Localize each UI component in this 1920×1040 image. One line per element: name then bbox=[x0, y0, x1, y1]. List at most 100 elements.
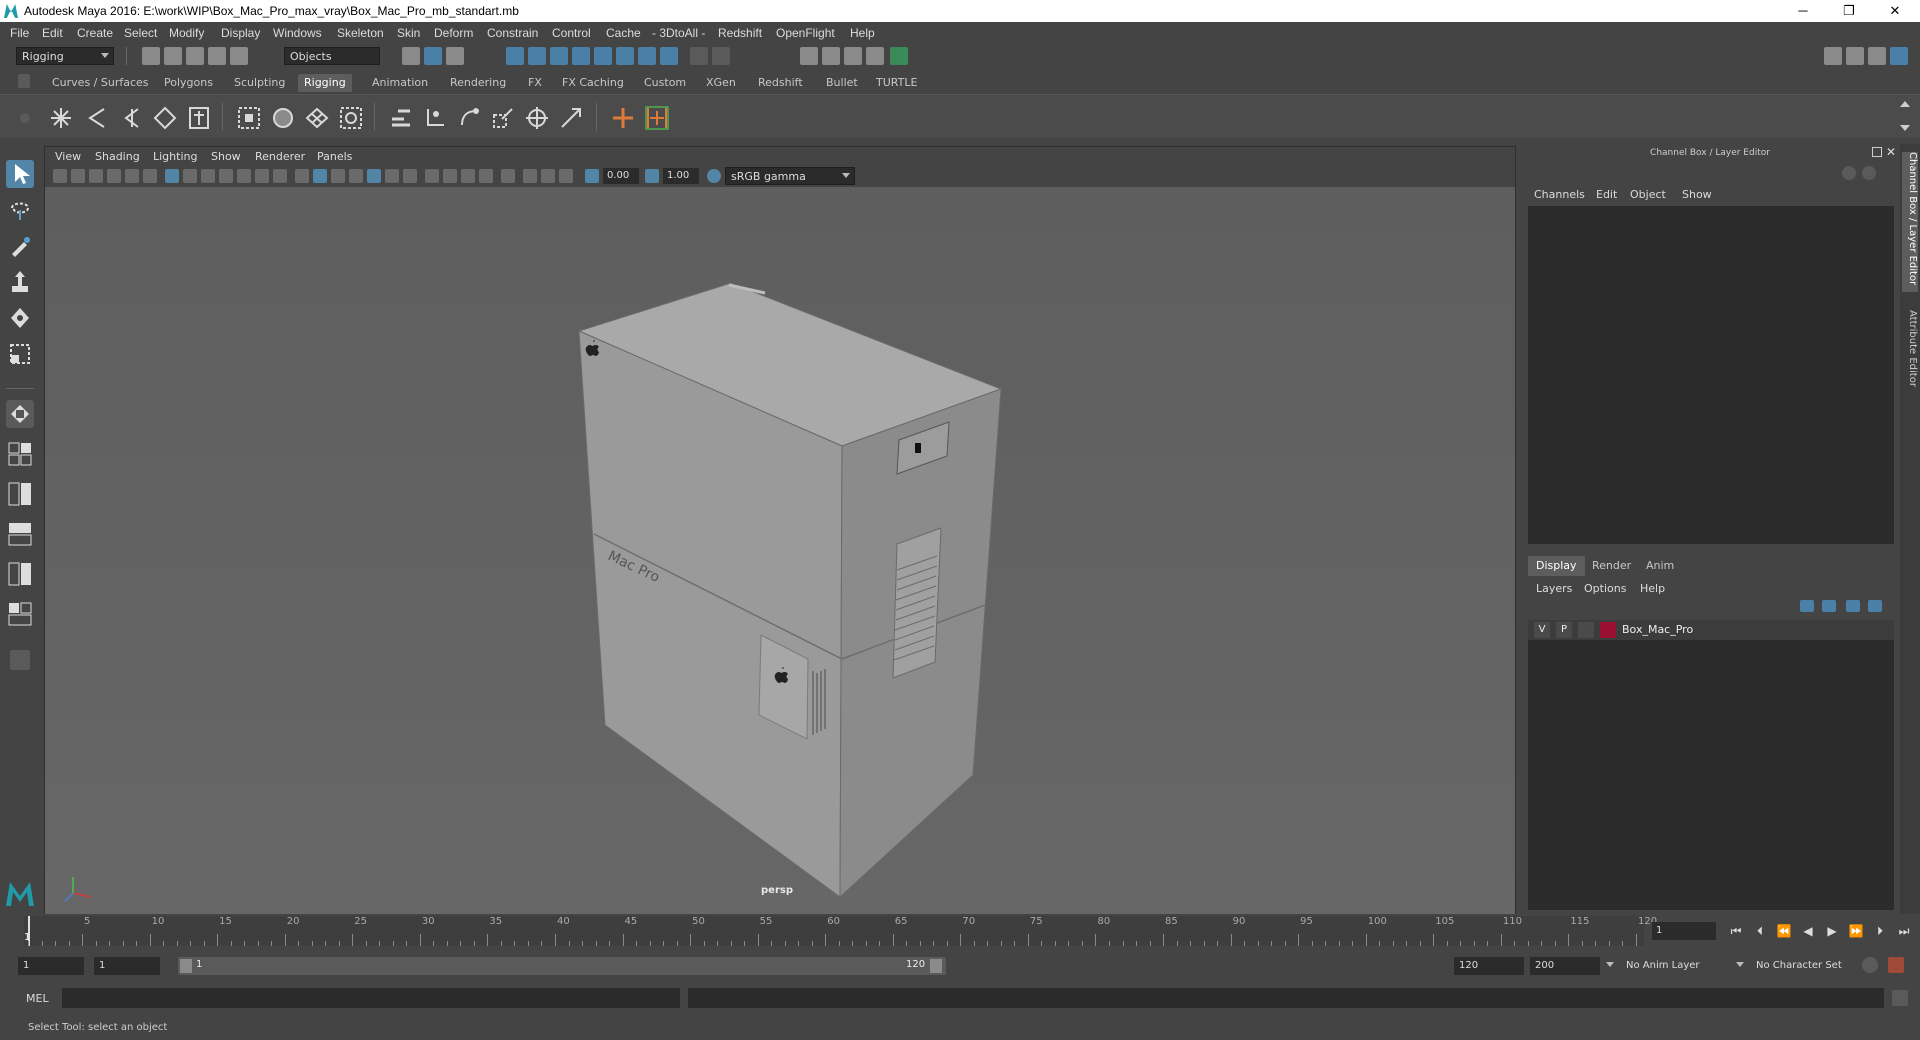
layout-outliner-icon[interactable] bbox=[6, 520, 34, 548]
shelf-tab-fx[interactable]: FX bbox=[522, 74, 548, 92]
depth-of-field-icon[interactable] bbox=[479, 169, 493, 183]
menu-control[interactable]: Control bbox=[552, 26, 591, 40]
snap-point-icon[interactable] bbox=[550, 47, 568, 65]
wireframe-icon[interactable] bbox=[295, 169, 309, 183]
safe-title-icon[interactable] bbox=[273, 169, 287, 183]
minimize-button[interactable]: ─ bbox=[1788, 2, 1818, 20]
float-panel-icon[interactable] bbox=[1872, 147, 1882, 157]
close-button[interactable]: ✕ bbox=[1880, 2, 1910, 20]
shelf-tab-xgen[interactable]: XGen bbox=[700, 74, 742, 92]
object-menu[interactable]: Object bbox=[1630, 188, 1666, 201]
color-management-icon[interactable] bbox=[707, 169, 721, 183]
layout-persp-outliner-icon[interactable] bbox=[6, 600, 34, 628]
options-menu[interactable]: Options bbox=[1584, 582, 1626, 595]
constraint-aim-icon[interactable] bbox=[524, 105, 550, 131]
shelf-tab-curves-surfaces[interactable]: Curves / Surfaces bbox=[46, 74, 155, 92]
constraint-orient-icon[interactable] bbox=[456, 105, 482, 131]
menu-create[interactable]: Create bbox=[77, 26, 113, 40]
humanik-icon[interactable] bbox=[186, 105, 212, 131]
side-tab-channel-box[interactable]: Channel Box / Layer Editor bbox=[1902, 152, 1918, 292]
shelf-menu-icon[interactable] bbox=[18, 74, 30, 88]
color-space-dropdown[interactable]: sRGB gamma bbox=[725, 167, 855, 185]
menu-windows[interactable]: Windows bbox=[273, 26, 322, 40]
animation-preferences-icon[interactable] bbox=[1888, 957, 1904, 973]
viewport-menu-shading[interactable]: Shading bbox=[95, 150, 140, 163]
menu-set-dropdown[interactable]: Rigging bbox=[16, 47, 114, 65]
motion-blur-icon[interactable] bbox=[443, 169, 457, 183]
layer-row[interactable]: V P Box_Mac_Pro bbox=[1528, 620, 1894, 640]
undo-icon[interactable] bbox=[208, 47, 226, 65]
screen-space-ao-icon[interactable] bbox=[425, 169, 439, 183]
menu-skeleton[interactable]: Skeleton bbox=[337, 26, 384, 40]
range-end-handle[interactable] bbox=[930, 959, 942, 973]
lasso-tool-icon[interactable] bbox=[6, 196, 34, 224]
play-forward-icon[interactable]: ▶ bbox=[1824, 924, 1840, 938]
script-editor-icon[interactable] bbox=[1892, 990, 1908, 1006]
last-tool-icon[interactable] bbox=[6, 400, 34, 428]
layer-color-swatch[interactable] bbox=[1600, 622, 1616, 638]
time-slider[interactable]: 1 51015202530354045505560657075808590951… bbox=[24, 916, 1657, 946]
scale-tool-icon[interactable] bbox=[6, 340, 34, 368]
current-frame-field[interactable]: 1 bbox=[1652, 922, 1716, 940]
textured-icon[interactable] bbox=[367, 169, 381, 183]
shadows-icon[interactable] bbox=[403, 169, 417, 183]
shelf-tab-rigging[interactable]: Rigging bbox=[298, 74, 352, 92]
gamma-icon[interactable] bbox=[645, 169, 659, 183]
history-icon[interactable] bbox=[660, 47, 678, 65]
shelf-scroll-down-icon[interactable] bbox=[1900, 125, 1910, 131]
scene-start-field[interactable]: 1 bbox=[18, 957, 84, 975]
shelf-tab-turtle[interactable]: TURTLE bbox=[870, 74, 923, 92]
bind-skin-icon[interactable] bbox=[236, 105, 262, 131]
more-layouts-icon[interactable] bbox=[10, 650, 30, 670]
close-panel-icon[interactable]: ✕ bbox=[1886, 145, 1896, 159]
layout-two-side-icon[interactable] bbox=[6, 480, 34, 508]
viewport-menu-renderer[interactable]: Renderer bbox=[255, 150, 305, 163]
shelf-tab-fx-caching[interactable]: FX Caching bbox=[556, 74, 630, 92]
shelf-scroll-up-icon[interactable] bbox=[1900, 101, 1910, 107]
move-layer-up-icon[interactable] bbox=[1800, 600, 1814, 612]
redo-icon[interactable] bbox=[230, 47, 248, 65]
new-scene-icon[interactable] bbox=[142, 47, 160, 65]
move-layer-down-icon[interactable] bbox=[1822, 600, 1836, 612]
anim-layer-dropdown[interactable]: No Anim Layer bbox=[1626, 960, 1700, 971]
channel-box-toggle-icon[interactable] bbox=[1890, 47, 1908, 65]
step-back-icon[interactable]: ⏴ bbox=[1752, 924, 1768, 938]
menu-file[interactable]: File bbox=[10, 26, 29, 40]
help-menu[interactable]: Help bbox=[1640, 582, 1665, 595]
select-object-icon[interactable] bbox=[424, 47, 442, 65]
smooth-skin-icon[interactable] bbox=[270, 105, 296, 131]
default-material-icon[interactable] bbox=[331, 169, 345, 183]
viewport-menu-show[interactable]: Show bbox=[211, 150, 241, 163]
exposure-icon[interactable] bbox=[585, 169, 599, 183]
selection-mask-dropdown[interactable]: Objects bbox=[284, 47, 380, 65]
layer-type-toggle[interactable] bbox=[1578, 622, 1594, 638]
select-tool-icon[interactable] bbox=[6, 160, 34, 188]
menu-openflight[interactable]: OpenFlight bbox=[776, 26, 835, 40]
constraint-parent-icon[interactable] bbox=[388, 105, 414, 131]
hypershade-icon[interactable] bbox=[890, 47, 908, 65]
chevron-down-icon[interactable] bbox=[1606, 962, 1614, 967]
character-set-dropdown[interactable]: No Character Set bbox=[1756, 960, 1842, 971]
snap-vertex-icon[interactable] bbox=[616, 47, 634, 65]
constraint-scale-icon[interactable] bbox=[490, 105, 516, 131]
constraint-pole-vector-icon[interactable] bbox=[558, 105, 584, 131]
menu-skin[interactable]: Skin bbox=[397, 26, 420, 40]
quick-rig-icon[interactable] bbox=[152, 105, 178, 131]
shelf-tab-rendering[interactable]: Rendering bbox=[444, 74, 512, 92]
layer-tab-render[interactable]: Render bbox=[1584, 556, 1639, 576]
command-input[interactable] bbox=[62, 988, 680, 1008]
image-plane-icon[interactable] bbox=[107, 169, 121, 183]
camera-attributes-icon[interactable] bbox=[71, 169, 85, 183]
ik-spline-icon[interactable] bbox=[118, 105, 144, 131]
playback-end-field[interactable]: 120 bbox=[1454, 957, 1524, 975]
render-current-icon[interactable] bbox=[822, 47, 840, 65]
layout-graph-icon[interactable] bbox=[6, 560, 34, 588]
anti-aliasing-icon[interactable] bbox=[461, 169, 475, 183]
menu-deform[interactable]: Deform bbox=[434, 26, 473, 40]
select-hierarchy-icon[interactable] bbox=[402, 47, 420, 65]
rotate-tool-icon[interactable] bbox=[6, 304, 34, 332]
menu-cache[interactable]: Cache bbox=[606, 26, 641, 40]
isolate-select-icon[interactable] bbox=[501, 169, 515, 183]
gamma-field[interactable]: 1.00 bbox=[663, 168, 699, 184]
lights-icon[interactable] bbox=[385, 169, 399, 183]
